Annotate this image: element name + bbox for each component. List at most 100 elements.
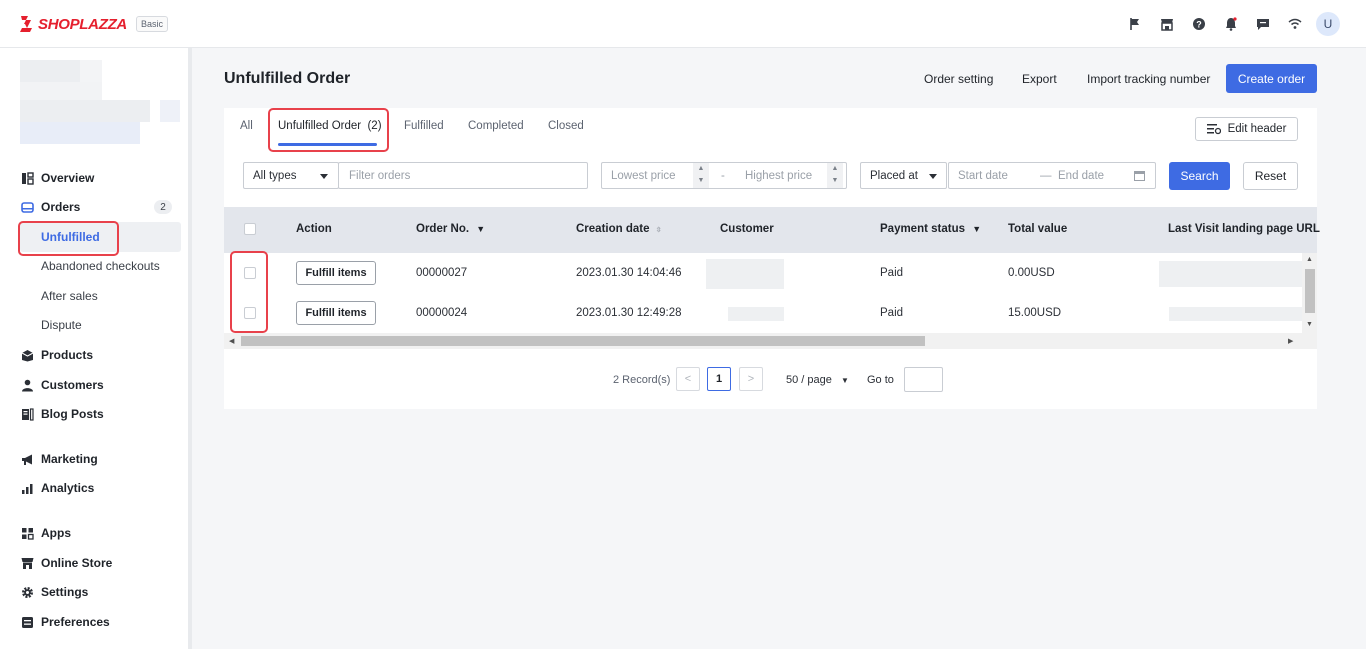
preferences-icon xyxy=(20,615,34,629)
sidebar-subitem-abandoned-checkouts[interactable]: Abandoned checkouts xyxy=(41,256,160,276)
sidebar-item-label: Customers xyxy=(41,378,104,392)
sidebar-item-label: Orders xyxy=(41,200,81,214)
horizontal-scroll-thumb[interactable] xyxy=(241,336,925,346)
plan-badge: Basic xyxy=(135,16,168,32)
scroll-down-icon[interactable]: ▼ xyxy=(1306,321,1313,328)
scroll-up-icon[interactable]: ▲ xyxy=(1306,256,1313,263)
sidebar-item-analytics[interactable]: Analytics xyxy=(20,477,94,499)
sidebar-item-label: Blog Posts xyxy=(41,407,104,421)
vertical-scrollbar[interactable]: ▲ ▼ xyxy=(1302,253,1317,333)
filter-orders-input[interactable]: Filter orders xyxy=(338,162,588,189)
order-number[interactable]: 00000024 xyxy=(416,307,467,319)
calendar-icon xyxy=(1134,171,1145,181)
select-all-checkbox[interactable] xyxy=(244,223,256,235)
date-range-picker[interactable]: Start date — End date xyxy=(948,162,1156,189)
lowest-price-input[interactable]: Lowest price xyxy=(611,170,676,182)
sidebar-item-preferences[interactable]: Preferences xyxy=(20,611,110,633)
chevron-down-icon: ▼ xyxy=(840,376,849,385)
highest-price-stepper[interactable]: ▲ ▼ xyxy=(827,163,843,188)
fulfill-items-button[interactable]: Fulfill items xyxy=(296,301,376,325)
sidebar-item-products[interactable]: Products xyxy=(20,344,93,366)
page-size-select[interactable]: 50 / page ▼ xyxy=(786,374,849,386)
sidebar: Overview Orders 2 Unfulfilled Abandoned … xyxy=(0,48,192,649)
tab-closed[interactable]: Closed xyxy=(548,120,584,132)
column-header-label: Order No. xyxy=(416,223,470,235)
order-type-value: All types xyxy=(253,170,297,182)
sidebar-subitem-after-sales[interactable]: After sales xyxy=(41,286,98,306)
sidebar-item-label: Analytics xyxy=(41,481,95,495)
active-tab-indicator xyxy=(278,143,377,146)
goto-page-input[interactable] xyxy=(904,367,943,392)
end-date-input[interactable]: End date xyxy=(1058,170,1104,182)
row-checkbox[interactable] xyxy=(244,307,256,319)
row-checkbox[interactable] xyxy=(244,267,256,279)
sidebar-subitem-dispute[interactable]: Dispute xyxy=(41,315,82,335)
create-order-button[interactable]: Create order xyxy=(1226,64,1317,93)
search-button[interactable]: Search xyxy=(1169,162,1230,190)
sidebar-item-orders[interactable]: Orders xyxy=(20,196,80,218)
start-date-input[interactable]: Start date xyxy=(958,170,1008,182)
order-setting-button[interactable]: Order setting xyxy=(924,72,993,86)
avatar[interactable]: U xyxy=(1316,12,1340,36)
sort-icon: ⇳ xyxy=(655,227,662,234)
horizontal-scrollbar[interactable]: ◀ ▶ xyxy=(224,333,1317,349)
edit-header-button[interactable]: Edit header xyxy=(1195,117,1298,141)
vertical-scroll-thumb[interactable] xyxy=(1305,269,1315,313)
tab-fulfilled[interactable]: Fulfilled xyxy=(404,120,444,132)
scroll-right-icon[interactable]: ▶ xyxy=(1288,337,1293,345)
chevron-down-icon xyxy=(320,174,328,179)
column-header-customer: Customer xyxy=(720,223,774,235)
column-header-label: Payment status xyxy=(880,223,966,235)
help-icon[interactable]: ? xyxy=(1183,12,1215,36)
wifi-icon[interactable] xyxy=(1279,12,1311,36)
bell-icon[interactable] xyxy=(1215,12,1247,36)
sidebar-item-blog-posts[interactable]: Blog Posts xyxy=(20,403,104,425)
order-type-select[interactable]: All types xyxy=(243,162,339,189)
page-title: Unfulfilled Order xyxy=(224,70,351,87)
overview-icon xyxy=(20,171,34,185)
lowest-price-stepper[interactable]: ▲ ▼ xyxy=(693,163,709,188)
column-header-order-no[interactable]: Order No. ▼ xyxy=(416,223,485,235)
creation-date: 2023.01.30 12:49:28 xyxy=(576,307,682,319)
order-number[interactable]: 00000027 xyxy=(416,267,467,279)
tab-completed[interactable]: Completed xyxy=(468,120,524,132)
highest-price-input[interactable]: Highest price xyxy=(745,170,812,182)
total-value: 0.00USD xyxy=(1008,267,1055,279)
column-header-landing-url: Last Visit landing page URL xyxy=(1168,223,1320,235)
goto-label: Go to xyxy=(867,374,894,386)
sidebar-item-overview[interactable]: Overview xyxy=(20,167,94,189)
chevron-down-icon xyxy=(929,174,937,179)
date-separator: — xyxy=(1040,170,1052,182)
svg-text:?: ? xyxy=(1196,20,1202,30)
flag-icon[interactable] xyxy=(1119,12,1151,36)
table-header: Action Order No. ▼ Creation date ⇳ Custo… xyxy=(224,207,1320,253)
fulfill-items-button[interactable]: Fulfill items xyxy=(296,261,376,285)
edit-header-label: Edit header xyxy=(1227,123,1287,135)
date-type-select[interactable]: Placed at xyxy=(860,162,947,189)
sidebar-item-apps[interactable]: Apps xyxy=(20,522,71,544)
message-icon[interactable] xyxy=(1247,12,1279,36)
prev-page-button[interactable]: < xyxy=(676,367,700,391)
reset-button[interactable]: Reset xyxy=(1243,162,1298,190)
next-page-button[interactable]: > xyxy=(739,367,763,391)
tab-all[interactable]: All xyxy=(240,120,253,132)
sidebar-subitem-unfulfilled[interactable]: Unfulfilled xyxy=(41,227,100,247)
brand-logo[interactable]: SHOPLAZZA Basic xyxy=(18,15,168,33)
megaphone-icon xyxy=(20,452,34,466)
scroll-left-icon[interactable]: ◀ xyxy=(229,337,234,345)
store-icon[interactable] xyxy=(1151,12,1183,36)
import-tracking-button[interactable]: Import tracking number xyxy=(1087,72,1210,86)
price-range-input: Lowest price ▲ ▼ - Highest price ▲ ▼ xyxy=(601,162,847,189)
page-1-button[interactable]: 1 xyxy=(707,367,731,391)
column-header-creation-date[interactable]: Creation date ⇳ xyxy=(576,223,662,235)
sidebar-item-label: Settings xyxy=(41,585,89,599)
column-header-payment-status[interactable]: Payment status ▼ xyxy=(880,223,981,235)
sidebar-item-settings[interactable]: Settings xyxy=(20,581,88,603)
sidebar-item-online-store[interactable]: Online Store xyxy=(20,552,112,574)
table-row[interactable]: Fulfill items 00000024 2023.01.30 12:49:… xyxy=(224,293,1302,334)
tab-unfulfilled-order[interactable]: Unfulfilled Order (2) xyxy=(278,120,382,132)
export-button[interactable]: Export xyxy=(1022,72,1057,86)
table-row[interactable]: Fulfill items 00000027 2023.01.30 14:04:… xyxy=(224,253,1302,294)
sidebar-item-customers[interactable]: Customers xyxy=(20,374,104,396)
sidebar-item-marketing[interactable]: Marketing xyxy=(20,448,98,470)
